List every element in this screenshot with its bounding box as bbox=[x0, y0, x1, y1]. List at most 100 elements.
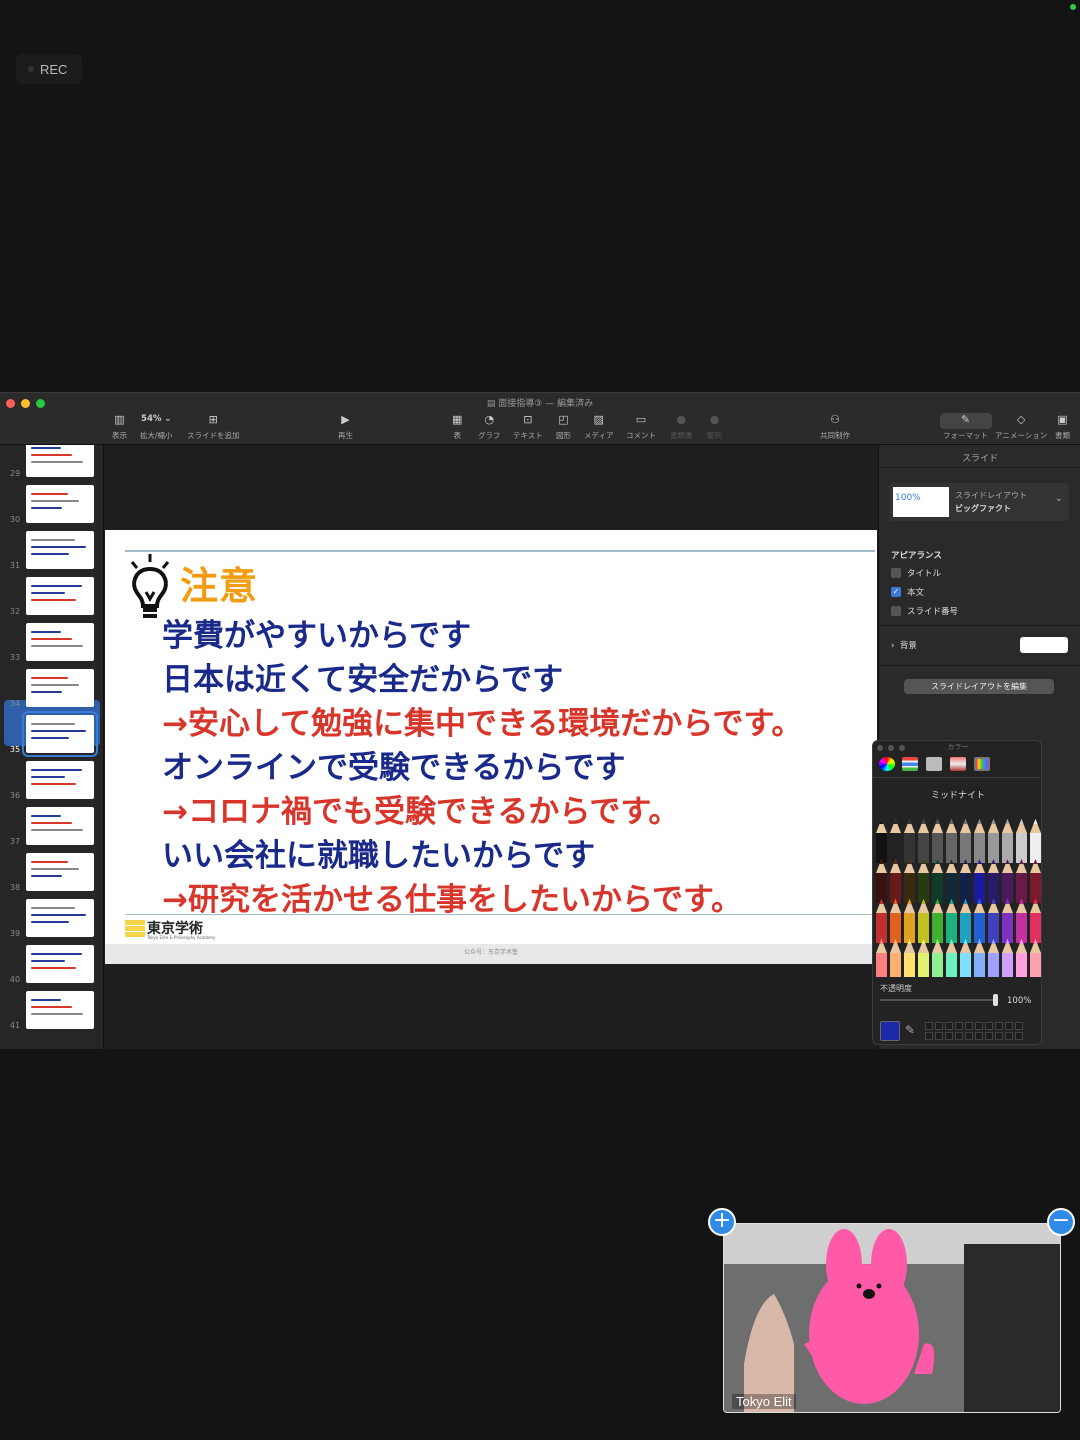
pencils-icon[interactable] bbox=[974, 757, 990, 771]
pencil-body[interactable] bbox=[960, 913, 971, 943]
saved-color-slot[interactable] bbox=[995, 1032, 1003, 1040]
table-button[interactable]: ▦ 表 bbox=[452, 413, 462, 441]
slide-thumbnail[interactable] bbox=[26, 445, 94, 477]
edit-slide-layout-button[interactable]: スライドレイアウトを編集 bbox=[904, 679, 1054, 694]
slide[interactable]: 注意 学費がやすいからです 日本は近くて安全だからです →安心して勉強に集中できる環… bbox=[105, 530, 877, 964]
slide-thumbnail[interactable] bbox=[22, 711, 98, 757]
pencil-body[interactable] bbox=[1030, 953, 1041, 977]
pencil-lead[interactable] bbox=[977, 819, 982, 824]
option-body[interactable]: ✓ 本文 bbox=[891, 586, 924, 598]
pencil-grid[interactable] bbox=[873, 813, 1042, 977]
shape-button[interactable]: ◰ 図形 bbox=[556, 413, 571, 441]
pencil-lead[interactable] bbox=[1033, 819, 1038, 824]
opacity-slider-knob[interactable] bbox=[993, 994, 998, 1006]
pencil-body[interactable] bbox=[946, 873, 957, 903]
zoom-button[interactable]: 54% ⌄ 拡大/縮小 bbox=[140, 413, 173, 441]
slide-number-checkbox[interactable] bbox=[891, 606, 901, 616]
option-title[interactable]: タイトル bbox=[891, 567, 941, 579]
slide-thumbnail[interactable] bbox=[26, 945, 94, 983]
slide-thumbnail[interactable] bbox=[26, 577, 94, 615]
pencil-body[interactable] bbox=[960, 953, 971, 977]
pencil-body[interactable] bbox=[1030, 873, 1041, 903]
saved-color-slot[interactable] bbox=[945, 1022, 953, 1030]
pencil-body[interactable] bbox=[1016, 953, 1027, 977]
zoom-in-video-button[interactable]: + bbox=[708, 1208, 736, 1236]
play-button[interactable]: ▶ 再生 bbox=[338, 413, 353, 441]
saved-color-slot[interactable] bbox=[975, 1032, 983, 1040]
saved-color-slot[interactable] bbox=[1005, 1032, 1013, 1040]
background-color-well[interactable] bbox=[1020, 637, 1068, 653]
eyedropper-icon[interactable]: ✎ bbox=[905, 1023, 915, 1037]
pencil-lead[interactable] bbox=[935, 819, 940, 824]
pencil-body[interactable] bbox=[918, 913, 929, 943]
body-checkbox[interactable]: ✓ bbox=[891, 587, 901, 597]
pencil-lead[interactable] bbox=[879, 819, 884, 824]
pencil-body[interactable] bbox=[1030, 913, 1041, 943]
saved-color-slot[interactable] bbox=[925, 1022, 933, 1030]
comment-button[interactable]: ▭ コメント bbox=[626, 413, 656, 441]
pencil-body[interactable] bbox=[1016, 873, 1027, 903]
color-palettes-icon[interactable] bbox=[926, 757, 942, 771]
view-button[interactable]: ▥ 表示 bbox=[112, 413, 127, 441]
pencil-body[interactable] bbox=[876, 913, 887, 943]
pencil-body[interactable] bbox=[946, 953, 957, 977]
inspector-tab-slide[interactable]: スライド bbox=[879, 451, 1080, 464]
pencil-body[interactable] bbox=[932, 873, 943, 903]
document-button[interactable]: ▣ 書類 bbox=[1055, 413, 1070, 441]
saved-color-slot[interactable] bbox=[1015, 1022, 1023, 1030]
animate-button[interactable]: ◇ アニメーション bbox=[995, 413, 1047, 441]
saved-color-slot[interactable] bbox=[935, 1032, 943, 1040]
saved-color-slot[interactable] bbox=[995, 1022, 1003, 1030]
pencil-body[interactable] bbox=[932, 913, 943, 943]
pencil-body[interactable] bbox=[974, 833, 985, 863]
color-sliders-icon[interactable] bbox=[902, 757, 918, 771]
saved-color-slot[interactable] bbox=[985, 1022, 993, 1030]
media-button[interactable]: ▨ メディア bbox=[584, 413, 613, 441]
slide-thumbnail[interactable] bbox=[26, 761, 94, 799]
pencil-body[interactable] bbox=[1016, 833, 1027, 863]
saved-color-slot[interactable] bbox=[955, 1032, 963, 1040]
saved-color-slot[interactable] bbox=[965, 1032, 973, 1040]
pencil-body[interactable] bbox=[890, 953, 901, 977]
pencil-lead[interactable] bbox=[1005, 819, 1010, 824]
pencil-body[interactable] bbox=[918, 873, 929, 903]
chart-button[interactable]: ◔ グラフ bbox=[478, 413, 501, 441]
pencil-body[interactable] bbox=[960, 833, 971, 863]
slide-thumbnail[interactable] bbox=[26, 853, 94, 891]
pencil-body[interactable] bbox=[876, 833, 887, 863]
saved-color-slot[interactable] bbox=[925, 1032, 933, 1040]
pencil-body[interactable] bbox=[918, 953, 929, 977]
pencil-lead[interactable] bbox=[893, 819, 898, 824]
format-button[interactable]: ✎ フォーマット bbox=[943, 413, 988, 441]
pencil-body[interactable] bbox=[988, 873, 999, 903]
pencil-body[interactable] bbox=[974, 913, 985, 943]
pencil-body[interactable] bbox=[960, 873, 971, 903]
saved-color-slot[interactable] bbox=[975, 1022, 983, 1030]
slide-thumbnail[interactable] bbox=[26, 669, 94, 707]
zoom-out-video-button[interactable]: − bbox=[1047, 1208, 1075, 1236]
pencil-body[interactable] bbox=[988, 913, 999, 943]
pencil-body[interactable] bbox=[932, 833, 943, 863]
participant-video[interactable]: Tokyo Elit bbox=[723, 1223, 1061, 1413]
slide-thumbnail[interactable] bbox=[26, 991, 94, 1029]
pencil-body[interactable] bbox=[946, 913, 957, 943]
saved-color-slot[interactable] bbox=[965, 1022, 973, 1030]
pencil-body[interactable] bbox=[876, 873, 887, 903]
opacity-slider[interactable] bbox=[880, 999, 998, 1001]
pencil-body[interactable] bbox=[946, 833, 957, 863]
pencil-lead[interactable] bbox=[963, 819, 968, 824]
pencil-body[interactable] bbox=[1030, 833, 1041, 863]
pencil-lead[interactable] bbox=[949, 819, 954, 824]
pencil-body[interactable] bbox=[890, 833, 901, 863]
pencil-body[interactable] bbox=[904, 833, 915, 863]
pencil-body[interactable] bbox=[876, 953, 887, 977]
pencil-body[interactable] bbox=[904, 873, 915, 903]
saved-color-slot[interactable] bbox=[1005, 1022, 1013, 1030]
pencil-lead[interactable] bbox=[921, 819, 926, 824]
slide-thumbnail[interactable] bbox=[26, 899, 94, 937]
option-slide-number[interactable]: スライド番号 bbox=[891, 605, 958, 617]
saved-color-slot[interactable] bbox=[955, 1022, 963, 1030]
pencil-body[interactable] bbox=[904, 913, 915, 943]
color-wheel-icon[interactable] bbox=[879, 757, 895, 771]
current-color-swatch[interactable] bbox=[880, 1021, 900, 1041]
